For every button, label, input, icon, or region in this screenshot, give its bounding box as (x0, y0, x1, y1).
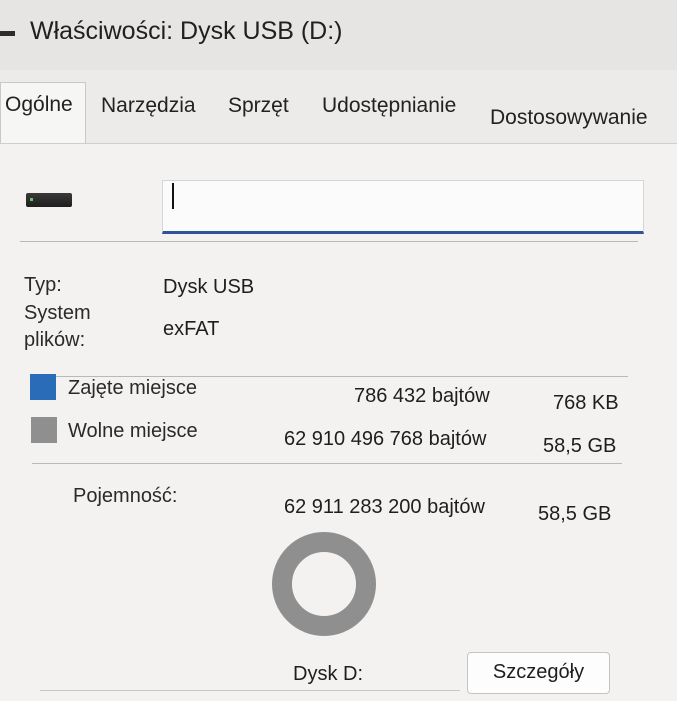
drive-letter-label: Dysk D: (293, 663, 363, 685)
usb-drive-icon (26, 193, 72, 207)
tab-customize[interactable]: Dostosowywanie (490, 106, 648, 130)
free-space-bytes: 62 910 496 768 bajtów (284, 428, 487, 450)
title-bar: Właściwości: Dysk USB (D:) (0, 0, 677, 70)
free-space-swatch (31, 417, 57, 443)
capacity-bytes: 62 911 283 200 bajtów (284, 496, 485, 518)
tab-strip: Ogólne Narzędzia Sprzęt Udostępnianie Do… (0, 82, 677, 144)
window-title: Właściwości: Dysk USB (D:) (30, 17, 343, 45)
tab-general[interactable]: Ogólne (0, 82, 86, 144)
capacity-label: Pojemność: (73, 485, 178, 507)
window-menu-icon[interactable] (0, 31, 15, 36)
tab-sharing[interactable]: Udostępnianie (322, 94, 456, 118)
capacity-size: 58,5 GB (538, 503, 612, 525)
used-space-label: Zajęte miejsce (68, 377, 197, 399)
divider (20, 241, 638, 242)
text-caret (172, 183, 174, 209)
free-space-label: Wolne miejsce (68, 420, 198, 442)
tab-hardware[interactable]: Sprzęt (228, 94, 289, 118)
divider (32, 463, 622, 464)
type-label: Typ: (24, 274, 62, 296)
free-space-size: 58,5 GB (543, 435, 617, 457)
drive-name-input[interactable] (162, 180, 644, 234)
details-button[interactable]: Szczegóły (467, 652, 610, 694)
used-space-bytes: 786 432 bajtów (354, 385, 490, 407)
filesystem-label-line1: System (24, 302, 91, 324)
type-value: Dysk USB (163, 276, 255, 298)
usage-donut-chart (272, 532, 376, 636)
used-space-swatch (30, 374, 56, 400)
filesystem-value: exFAT (163, 318, 220, 340)
tab-tools[interactable]: Narzędzia (101, 94, 196, 118)
filesystem-label-line2: plików: (24, 329, 86, 351)
divider (40, 690, 460, 691)
used-space-size: 768 KB (553, 392, 619, 414)
